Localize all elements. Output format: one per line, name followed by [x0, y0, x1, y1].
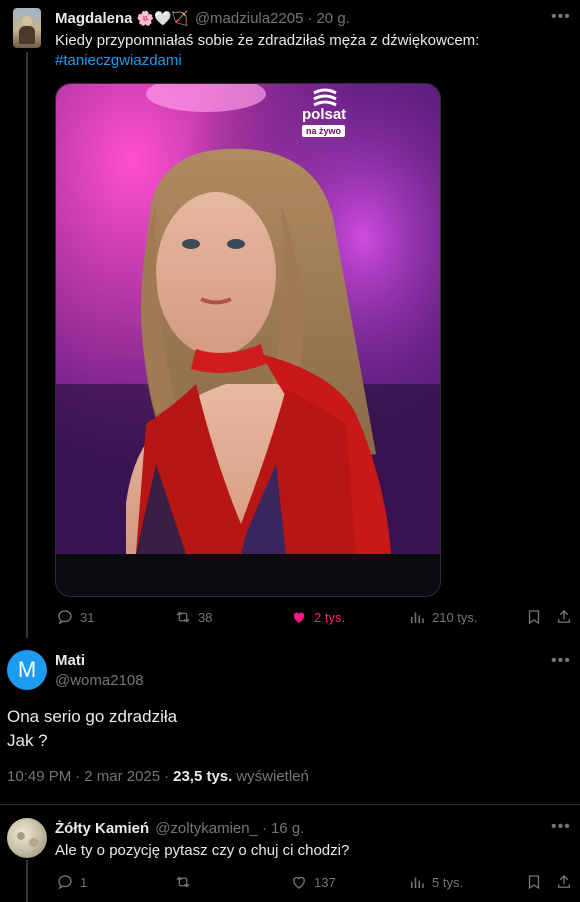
tweet-text-line-2: Jak ?: [7, 731, 48, 750]
bookmark-icon: [528, 610, 540, 625]
author-name[interactable]: Magdalena: [55, 10, 133, 27]
retweet-count: 38: [198, 609, 213, 625]
share-icon: [558, 875, 570, 888]
reply-count: 1: [80, 874, 88, 890]
views-chart-icon: [411, 612, 424, 623]
avatar-magdalena[interactable]: [13, 8, 41, 48]
thread-line-bottom: [26, 860, 28, 902]
views-count: 23,5 tys.: [173, 768, 233, 785]
views-button[interactable]: 5 tys.: [408, 873, 463, 891]
avatar-mati[interactable]: M: [7, 650, 47, 690]
heart-icon: [293, 876, 305, 889]
share-button[interactable]: [555, 873, 573, 891]
reply-button[interactable]: 1: [56, 873, 87, 891]
author-emoji: 🌸🤍🏹: [136, 10, 189, 26]
reply-button[interactable]: 31: [56, 608, 94, 626]
bookmark-button[interactable]: [525, 873, 543, 891]
retweet-button[interactable]: 38: [174, 608, 212, 626]
tweet-text-line-1: Ona serio go zdradziła: [7, 707, 178, 726]
retweet-icon: [176, 611, 190, 623]
reply-icon: [58, 875, 72, 890]
thread-line-top: [26, 52, 28, 638]
avatar-letter: M: [17, 657, 37, 682]
bookmark-button[interactable]: [525, 608, 543, 626]
views-chart-icon: [411, 877, 424, 888]
reply-count: 31: [80, 609, 95, 625]
author-handle[interactable]: @madziula2205: [195, 10, 304, 27]
share-button[interactable]: [555, 608, 573, 626]
author-handle[interactable]: @zoltykamien_: [155, 820, 258, 837]
share-icon: [558, 610, 570, 623]
views-count: 5 tys.: [432, 874, 464, 890]
more-options-icon[interactable]: •••: [551, 653, 571, 669]
like-count: 137: [314, 874, 336, 890]
divider: [0, 804, 580, 805]
like-button[interactable]: 137: [290, 873, 336, 891]
like-button[interactable]: 2 tys.: [290, 608, 345, 626]
separator-dot: ·: [307, 10, 313, 27]
separator-dot: ·: [261, 820, 267, 837]
hashtag-link[interactable]: #tanieczgwiazdami: [55, 51, 182, 71]
tweet-text: Kiedy przypomniałaś sobie że zdradziłaś …: [55, 32, 480, 49]
live-badge: na żywo: [302, 125, 346, 137]
views-label: wyświetleń: [236, 768, 309, 785]
more-options-icon[interactable]: •••: [551, 9, 571, 25]
more-options-icon[interactable]: •••: [551, 819, 571, 835]
retweet-button[interactable]: [174, 873, 198, 891]
tweet-date[interactable]: 2 mar 2025: [84, 768, 160, 785]
tweet-text: Ale ty o pozycję pytasz czy o chuj ci ch…: [55, 842, 350, 859]
tweet-time[interactable]: 20 g.: [316, 10, 349, 27]
bookmark-icon: [528, 875, 540, 890]
reply-icon: [58, 610, 72, 625]
author-name[interactable]: Żółty Kamień: [55, 820, 149, 837]
media-photo: [56, 84, 440, 596]
author-handle[interactable]: @woma2108: [55, 672, 144, 689]
tweet-time[interactable]: 10:49 PM: [7, 768, 71, 785]
views-button[interactable]: 210 tys.: [408, 608, 478, 626]
tweet-time[interactable]: 16 g.: [271, 820, 304, 837]
heart-filled-icon: [293, 612, 305, 623]
views-count: 210 tys.: [432, 609, 478, 625]
tweet-media-image[interactable]: polsat na żywo: [55, 83, 441, 597]
separator-dot: ·: [75, 768, 81, 785]
avatar-zolty-kamien[interactable]: [7, 818, 47, 858]
author-name[interactable]: Mati: [55, 652, 85, 669]
retweet-icon: [176, 876, 190, 888]
like-count: 2 tys.: [314, 609, 346, 625]
polsat-logo-text: polsat: [302, 106, 347, 123]
separator-dot-2: ·: [164, 768, 170, 785]
